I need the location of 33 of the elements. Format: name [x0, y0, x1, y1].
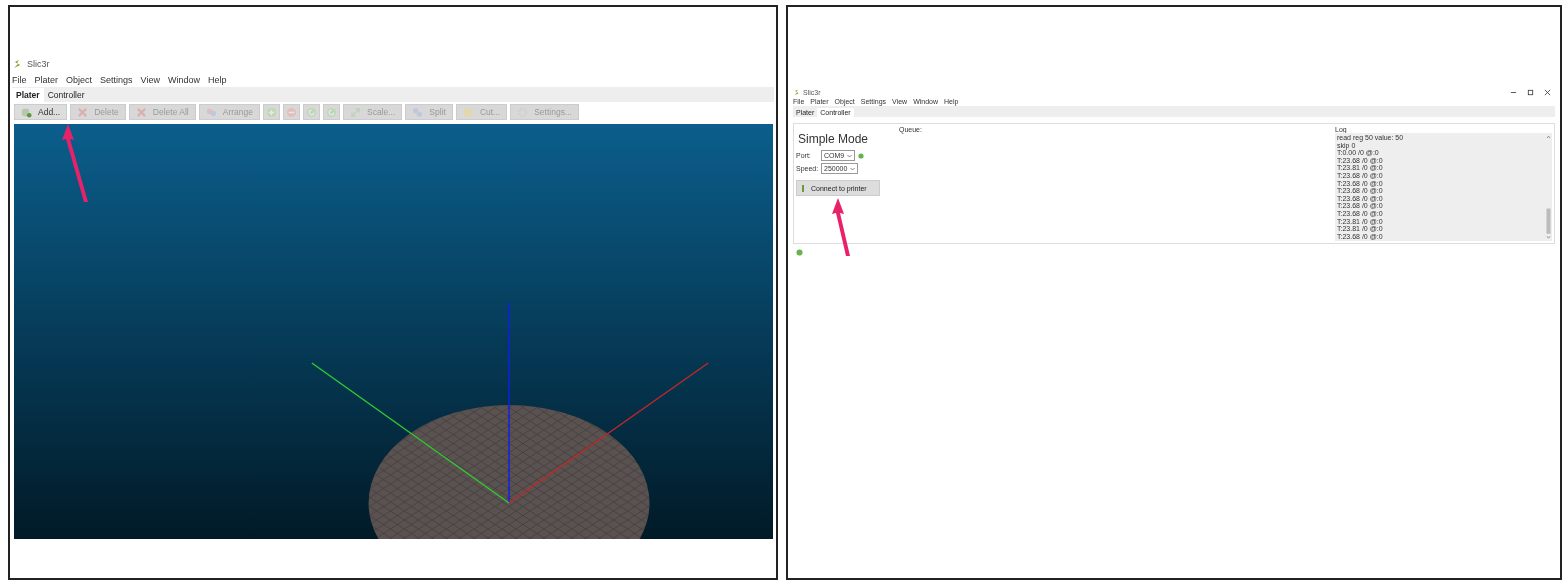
minus-icon — [285, 106, 297, 118]
tab[interactable]: Plater — [12, 88, 44, 102]
menu-item[interactable]: Settings — [100, 75, 133, 85]
menu-item[interactable]: View — [140, 75, 160, 85]
add-icon — [21, 106, 32, 118]
cross-icon — [77, 106, 89, 118]
menu-item[interactable]: File — [12, 75, 27, 85]
rotate-icon — [325, 106, 337, 118]
split-icon — [412, 106, 424, 118]
plus-icon — [265, 106, 277, 118]
mode-heading: Simple Mode — [797, 131, 870, 148]
cut-icon — [462, 106, 474, 118]
menu-item[interactable]: Help — [207, 75, 227, 85]
3d-viewport[interactable] — [14, 124, 773, 539]
rotate-icon — [305, 106, 317, 118]
caret-icon — [847, 153, 853, 158]
status-icon — [796, 249, 803, 257]
caret-icon — [850, 166, 856, 171]
scrollbar[interactable] — [1545, 133, 1552, 242]
menu-item[interactable]: Plater — [34, 75, 59, 85]
shapes-icon — [205, 106, 217, 118]
tab[interactable]: Controller — [43, 88, 89, 102]
toolbar-button[interactable]: Add... — [14, 104, 68, 120]
menu-item[interactable]: Window — [167, 75, 200, 85]
cross-icon — [135, 106, 147, 118]
logo-icon — [793, 88, 800, 96]
scale-icon — [349, 106, 361, 118]
app-title: Slic3r — [27, 59, 50, 69]
plug-icon — [801, 184, 805, 192]
close-icon[interactable] — [1544, 88, 1551, 96]
menu-item[interactable]: Object — [66, 75, 93, 85]
maximize-icon[interactable] — [1527, 88, 1534, 96]
refresh-icon[interactable] — [858, 152, 865, 159]
